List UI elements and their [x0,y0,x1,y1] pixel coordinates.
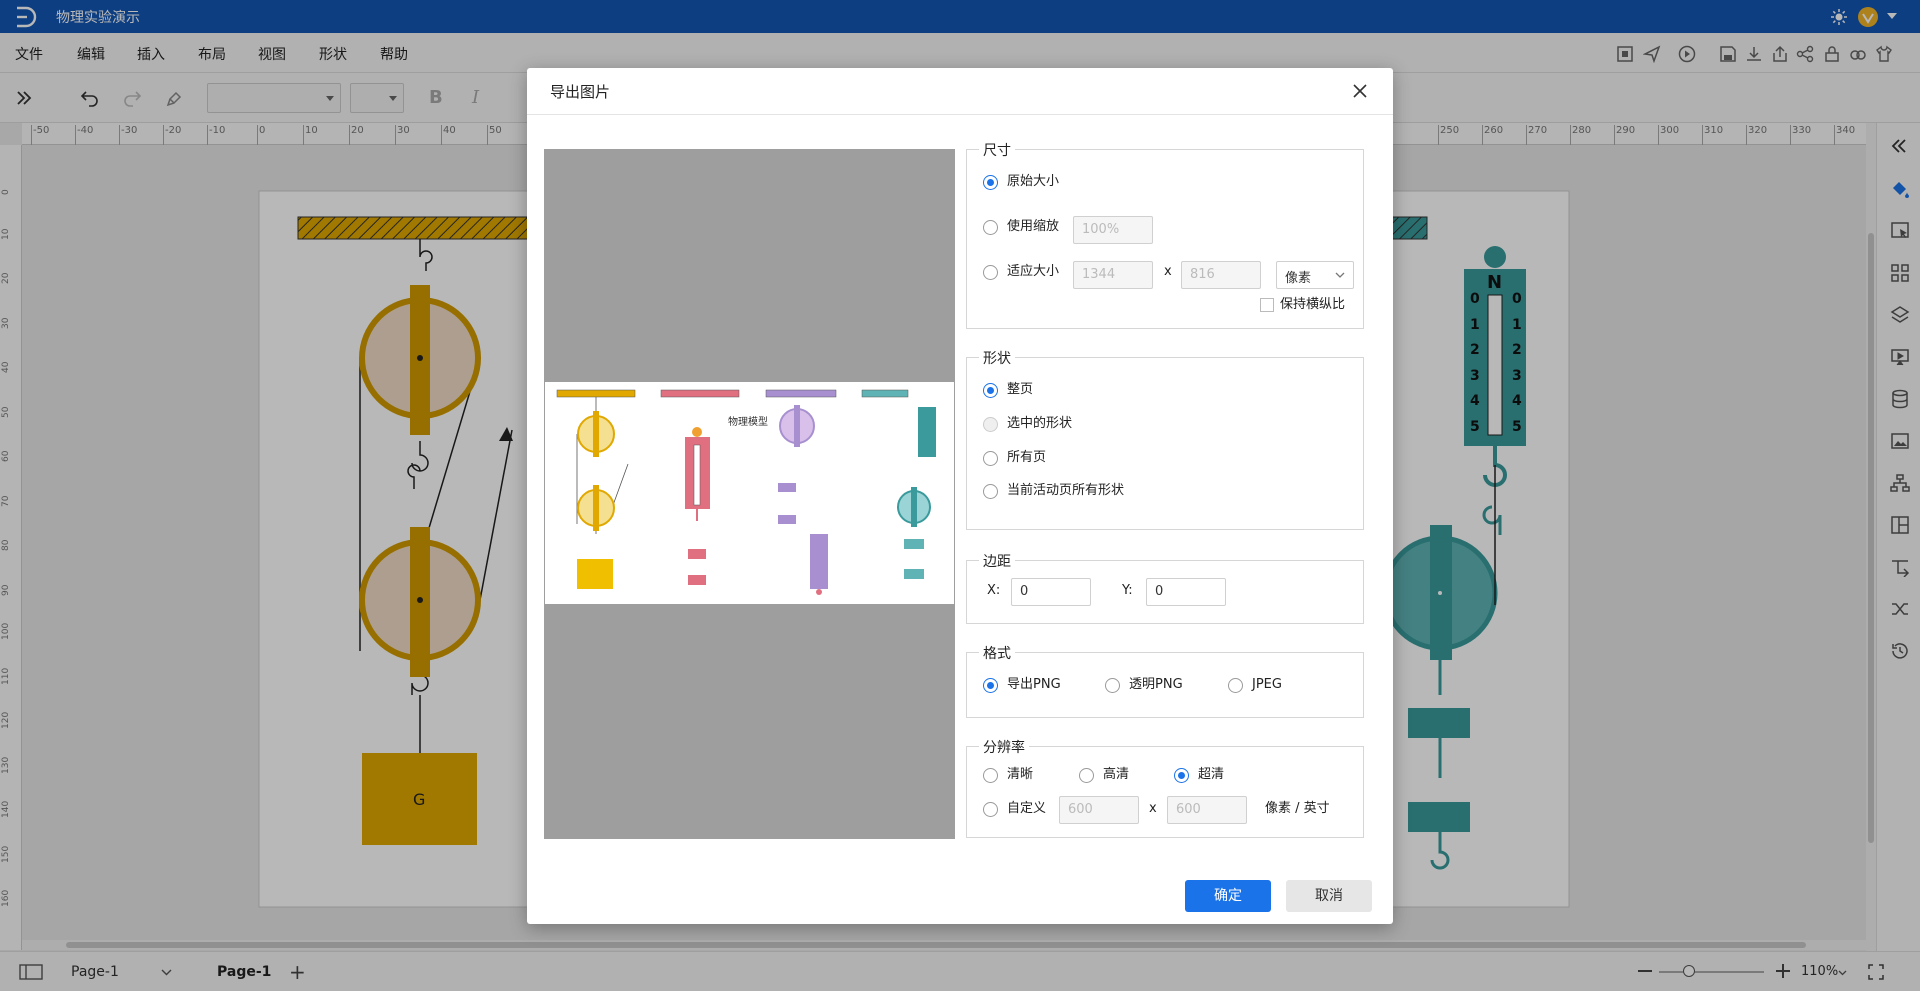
margin-group: 边距 X: 0 Y: 0 [966,551,1364,624]
format-group: 格式 导出PNG 透明PNG JPEG [966,643,1364,718]
unit-select-value: 像素 [1285,271,1312,286]
use-scale-radio[interactable] [983,220,998,235]
current-page-shapes-radio[interactable] [983,484,998,499]
whole-page-label: 整页 [1007,382,1034,397]
selected-shapes-label: 选中的形状 [1007,416,1073,431]
shape-legend: 形状 [979,348,1015,368]
margin-legend: 边距 [979,551,1015,571]
resolution-custom-label: 自定义 [1007,801,1047,816]
margin-y-input[interactable]: 0 [1146,578,1226,606]
unit-select[interactable]: 像素 [1276,261,1354,289]
resolution-hd-radio[interactable] [1079,768,1094,783]
format-legend: 格式 [979,643,1015,663]
resolution-legend: 分辨率 [979,737,1029,757]
cancel-button[interactable]: 取消 [1286,880,1372,912]
resolution-group: 分辨率 清晰 高清 超清 自定义 600 x 600 像素 / 英寸 [966,737,1364,838]
dialog-header: 导出图片 [527,68,1393,115]
fit-size-radio[interactable] [983,265,998,280]
export-preview: 物理模型 [544,149,955,839]
margin-y-label: Y: [1122,583,1133,598]
size-group: 尺寸 原始大小 使用缩放 100% 适应大小 1344 x 816 像素 保持横… [966,140,1364,329]
shape-group: 形状 整页 选中的形状 所有页 当前活动页所有形状 [966,348,1364,530]
fit-width-input[interactable]: 1344 [1073,261,1153,289]
resolution-clear-radio[interactable] [983,768,998,783]
png-label: 导出PNG [1007,677,1061,692]
confirm-button[interactable]: 确定 [1185,880,1271,912]
whole-page-radio[interactable] [983,383,998,398]
all-pages-label: 所有页 [1007,450,1047,465]
resolution-hd-label: 高清 [1103,767,1130,782]
fit-size-x-label: x [1164,264,1172,279]
jpeg-label: JPEG [1252,677,1282,692]
close-icon[interactable] [1353,84,1367,98]
preview-model-label: 物理模型 [728,417,768,428]
png-radio[interactable] [983,678,998,693]
custom-height-input[interactable]: 600 [1167,796,1247,824]
transparent-png-label: 透明PNG [1129,677,1183,692]
use-scale-label: 使用缩放 [1007,219,1060,234]
export-image-dialog: 导出图片 物理模型 尺寸 原始大小 使用缩放 100% 适应大小 1344 x … [527,68,1393,924]
current-page-shapes-label: 当前活动页所有形状 [1007,483,1125,498]
margin-x-input[interactable]: 0 [1011,578,1091,606]
resolution-custom-radio[interactable] [983,802,998,817]
original-size-radio[interactable] [983,175,998,190]
fit-size-label: 适应大小 [1007,264,1060,279]
jpeg-radio[interactable] [1228,678,1243,693]
custom-width-input[interactable]: 600 [1059,796,1139,824]
keep-ratio-checkbox[interactable] [1260,298,1274,312]
resolution-clear-label: 清晰 [1007,767,1034,782]
dialog-title: 导出图片 [550,83,611,101]
transparent-png-radio[interactable] [1105,678,1120,693]
unit-chevron-icon [1335,272,1345,278]
selected-shapes-radio[interactable] [983,417,998,432]
fit-height-input[interactable]: 816 [1181,261,1261,289]
resolution-uhd-radio[interactable] [1174,768,1189,783]
scale-input[interactable]: 100% [1073,216,1153,244]
keep-ratio-label: 保持横纵比 [1280,297,1346,312]
margin-x-label: X: [987,583,1001,598]
custom-x-label: x [1149,801,1157,816]
resolution-unit-label: 像素 / 英寸 [1265,801,1330,816]
resolution-uhd-label: 超清 [1198,767,1225,782]
size-legend: 尺寸 [979,140,1015,160]
all-pages-radio[interactable] [983,451,998,466]
original-size-label: 原始大小 [1007,174,1060,189]
